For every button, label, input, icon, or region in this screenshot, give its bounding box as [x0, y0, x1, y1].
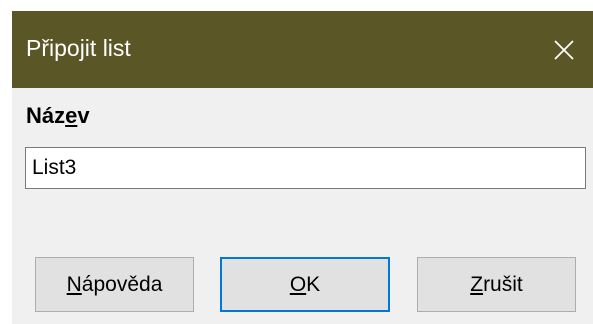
name-label-mnemonic: e [65, 103, 78, 128]
help-mnemonic: N [66, 272, 82, 296]
title-bar: Připojit list [12, 11, 593, 88]
dialog-content: Název Nápověda OK Zrušit [12, 88, 593, 324]
sheet-name-input[interactable] [25, 147, 586, 189]
cancel-button[interactable]: Zrušit [417, 257, 576, 312]
close-icon [554, 39, 574, 60]
ok-mnemonic: O [289, 272, 307, 296]
name-label-start: Náz [26, 103, 66, 128]
help-button[interactable]: Nápověda [35, 257, 194, 312]
help-label-rest: ápověda [81, 272, 163, 296]
name-label: Název [26, 103, 90, 129]
close-button[interactable] [535, 11, 593, 88]
cancel-mnemonic: Z [470, 272, 484, 296]
ok-label-rest: K [306, 272, 321, 296]
ok-button[interactable]: OK [220, 257, 390, 312]
insert-sheet-dialog: Připojit list Název Nápověda OK Zrušit [12, 11, 593, 324]
dialog-title: Připojit list [26, 35, 131, 61]
name-label-end: v [77, 103, 90, 128]
cancel-label-rest: rušit [483, 272, 523, 296]
